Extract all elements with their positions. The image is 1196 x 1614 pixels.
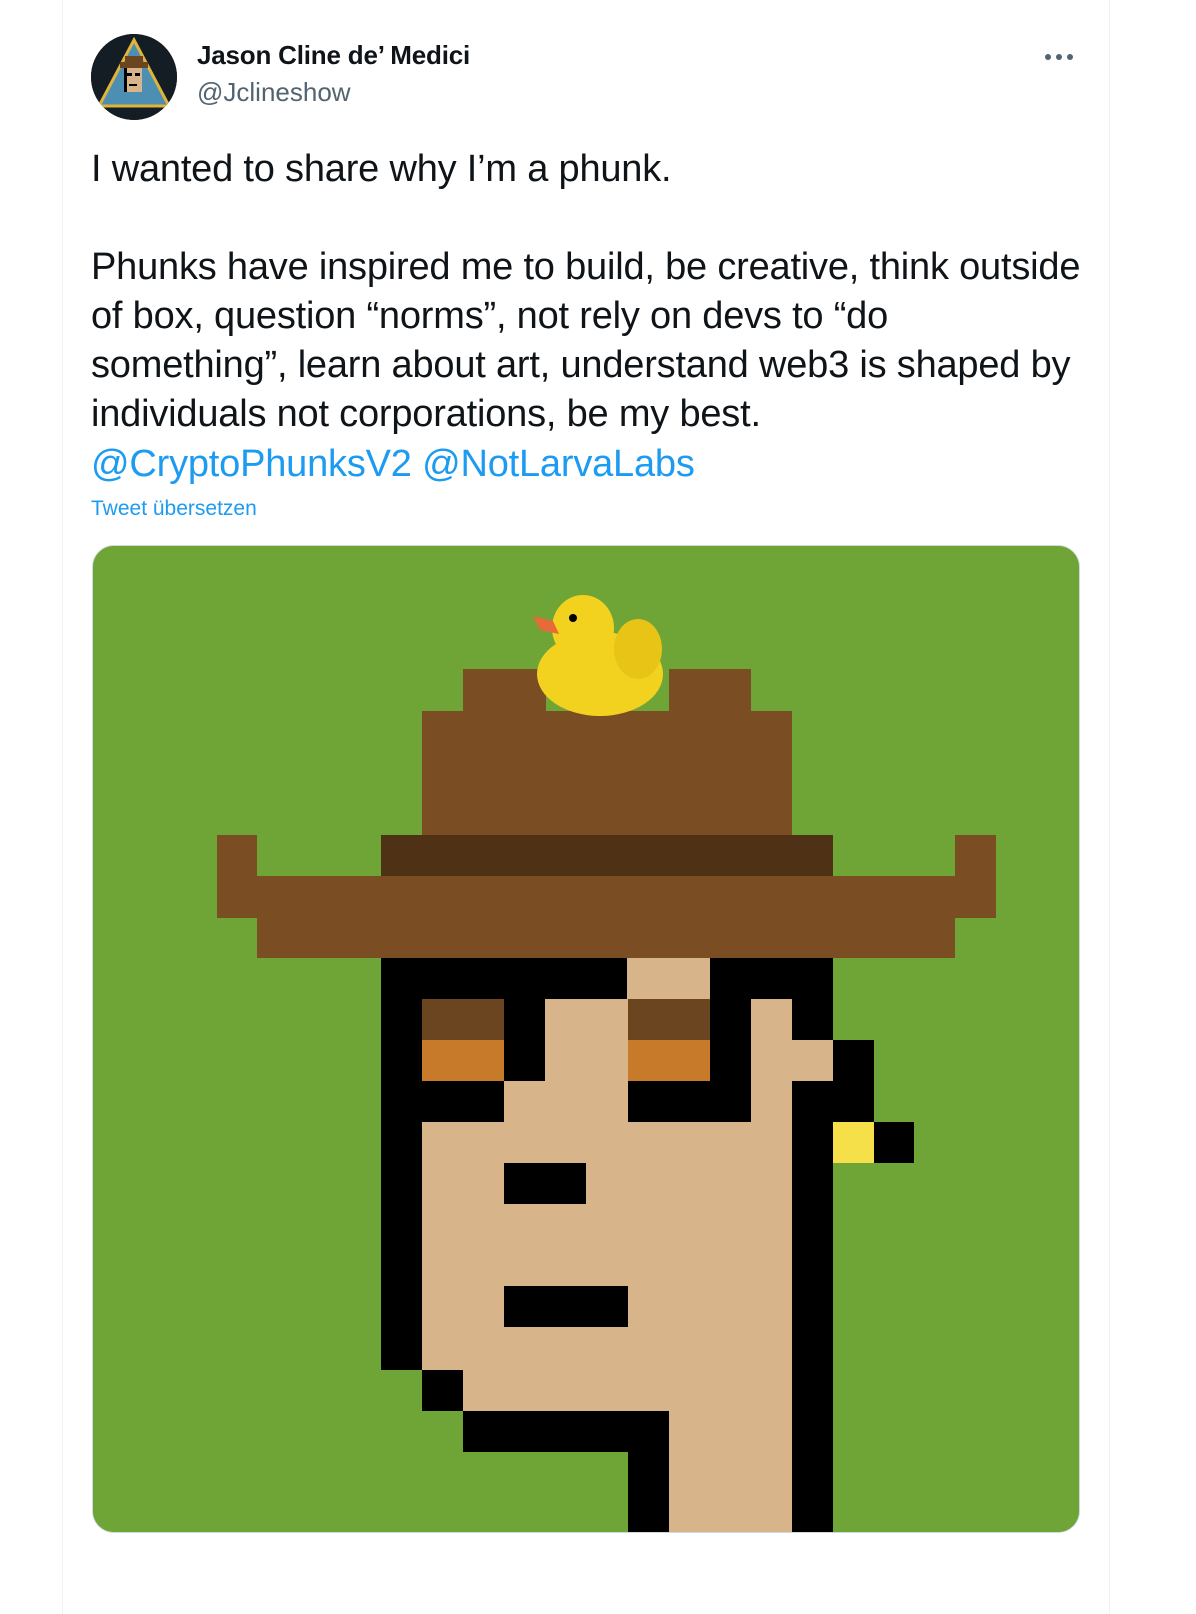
mention-notlarvalabs[interactable]: @NotLarvaLabs <box>422 443 695 485</box>
author-display-name[interactable]: Jason Cline de’ Medici <box>197 40 470 71</box>
mention-cryptophunksv2[interactable]: @CryptoPhunksV2 <box>91 443 412 485</box>
author-handle[interactable]: @Jclineshow <box>197 77 351 108</box>
page-background <box>0 0 62 1614</box>
translate-tweet-link[interactable]: Tweet übersetzen <box>91 497 257 521</box>
tweet-mentions: @CryptoPhunksV2 @NotLarvaLabs <box>91 440 1081 489</box>
tweet-text: I wanted to share why I’m a phunk. Phunk… <box>91 148 1081 435</box>
tweet-media-image[interactable] <box>92 545 1080 1533</box>
more-options-button[interactable] <box>1037 40 1081 74</box>
author-avatar[interactable] <box>91 34 177 120</box>
triangle-punk-avatar-icon <box>91 34 177 120</box>
pixel-phunk-with-cowboy-hat-and-rubber-duck-icon <box>93 546 1079 1532</box>
tweet-card: Jason Cline de’ Medici @Jclineshow I wan… <box>62 0 1110 1614</box>
more-horizontal-icon <box>1045 54 1073 60</box>
